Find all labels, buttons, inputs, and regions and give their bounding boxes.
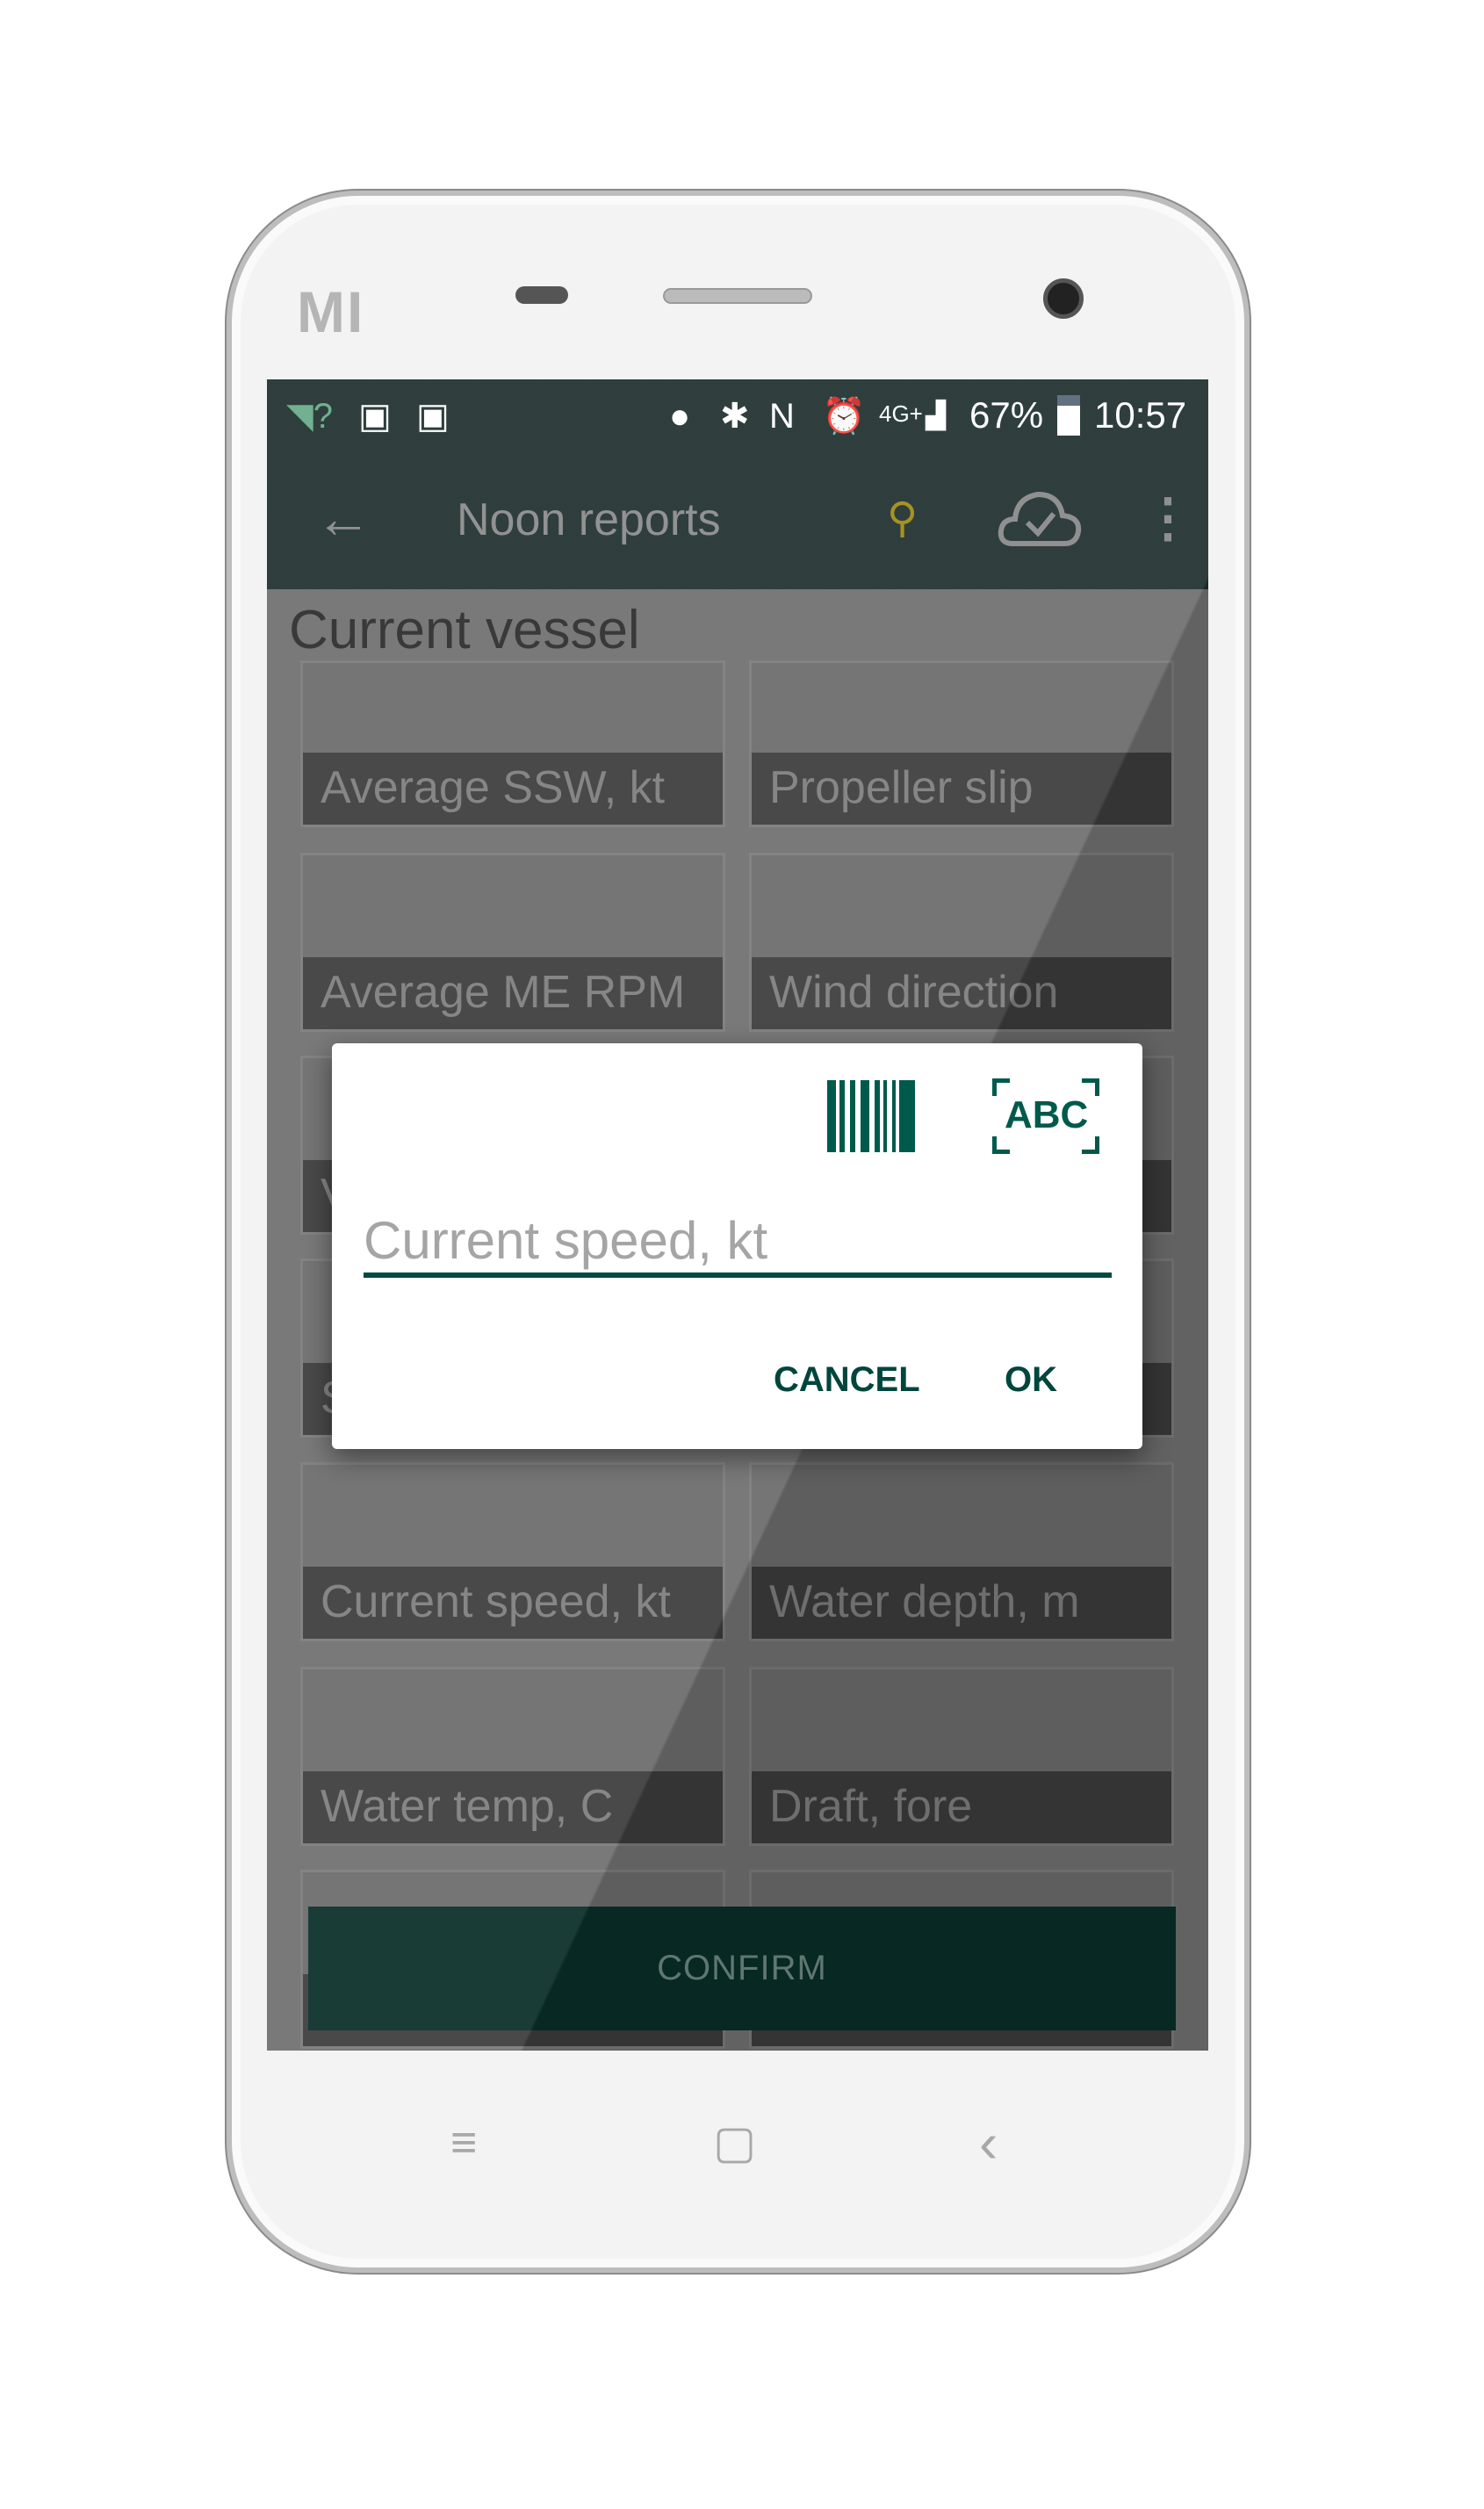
field-card[interactable]: Propeller slip [749, 660, 1174, 827]
wifi-question-icon: ◥? [286, 397, 334, 436]
activity-icon: ▣ [416, 397, 450, 436]
field-card[interactable]: Current speed, kt [300, 1462, 725, 1641]
barcode-scan-icon[interactable] [827, 1080, 933, 1152]
earpiece-speaker [663, 288, 812, 304]
battery-percent: 67% [969, 394, 1044, 436]
field-card[interactable]: Wind direction [749, 853, 1174, 1032]
front-camera [1043, 278, 1084, 319]
toolbar-title: Noon reports [457, 494, 721, 545]
menu-nav-icon[interactable]: ≡ [450, 2116, 477, 2169]
cloud-check-icon[interactable] [996, 482, 1084, 552]
current-speed-input[interactable]: Current speed, kt [364, 1210, 1112, 1278]
location-clock-icon[interactable]: ⚲ [887, 493, 918, 545]
cancel-button[interactable]: CANCEL [774, 1358, 920, 1402]
input-dialog: ABC Current speed, kt CANCEL OK [332, 1043, 1142, 1449]
gallery-icon: ▣ [358, 397, 392, 436]
alarm-icon: ⏰ [822, 397, 866, 436]
field-card[interactable]: Water temp, C [300, 1667, 725, 1846]
ok-button[interactable]: OK [1005, 1358, 1057, 1402]
toolbar: ← Noon reports ⚲ ⋮ [267, 452, 1208, 589]
back-arrow-icon[interactable]: ← [315, 487, 371, 549]
back-nav-icon[interactable]: ‹ [979, 2115, 998, 2171]
network-type: 4G+ [879, 400, 923, 427]
field-card[interactable]: Water depth, m [749, 1462, 1174, 1641]
bluetooth-icon: ✱ [720, 397, 750, 436]
signal-icon: ▟ [926, 401, 947, 430]
more-vert-icon[interactable]: ⋮ [1142, 487, 1194, 549]
brand-logo: MI [297, 279, 365, 344]
battery-icon [1057, 395, 1080, 436]
field-card[interactable]: Average ME RPM [300, 853, 725, 1032]
field-card[interactable]: Draft, fore [749, 1667, 1174, 1846]
status-bar: ◥? ▣ ▣ ● ✱ N ⏰ 4G+ ▟ 67% 10:57 [267, 379, 1208, 452]
confirm-button[interactable]: CONFIRM [308, 1907, 1176, 2030]
home-nav-icon[interactable]: ▢ [713, 2116, 756, 2169]
section-title: Current vessel [289, 600, 640, 660]
nfc-icon: N [769, 397, 795, 436]
proximity-sensor [515, 286, 568, 304]
field-card[interactable]: Average SSW, kt [300, 660, 725, 827]
clock: 10:57 [1094, 394, 1187, 436]
text-recognition-icon[interactable]: ABC [992, 1078, 1099, 1154]
location-icon: ● [669, 397, 691, 436]
